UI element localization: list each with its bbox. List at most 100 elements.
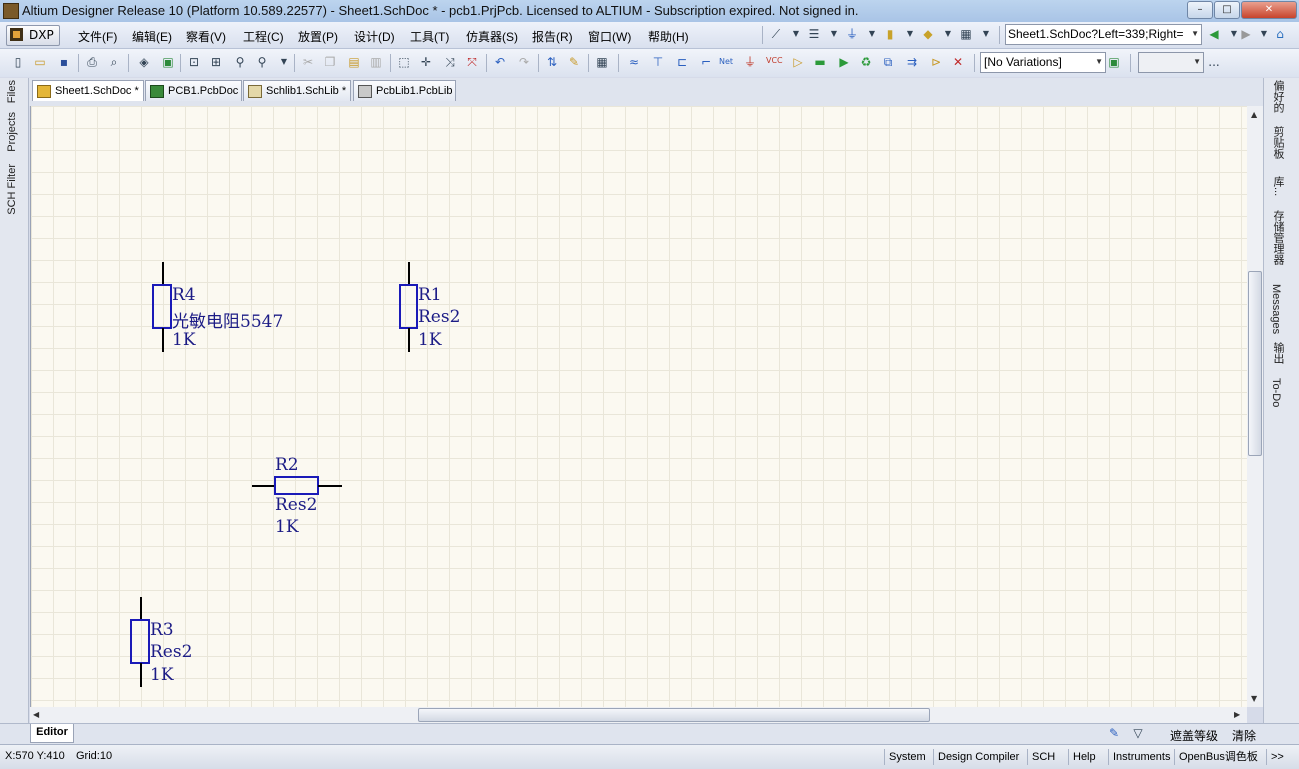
print-icon[interactable]: ⎙ [84,54,100,70]
horizontal-scroll-thumb[interactable] [418,708,930,722]
panel-tab-output[interactable]: 输出 [1270,342,1286,364]
move-icon[interactable]: ✛ [418,54,434,70]
status-instruments-button[interactable]: Instruments [1108,749,1174,765]
part-icon[interactable]: ▮ [882,26,898,42]
rubber-stamp-icon[interactable]: ▥ [368,54,384,70]
variant-manager-icon[interactable]: ▣ [1106,54,1122,70]
vcc-port-icon[interactable]: VCC [766,53,783,69]
doc-tab-pcblib1[interactable]: PcbLib1.PcbLib [353,80,456,101]
align-icon[interactable]: ☰ [806,26,822,42]
menu-design[interactable]: 设计(D) [354,28,395,45]
select-area-icon[interactable]: ⬚ [396,54,412,70]
deselect-icon[interactable]: ⤨ [442,54,458,70]
r4-comment[interactable]: 光敏电阻5547 [172,307,283,332]
bus-icon[interactable]: ≈ [626,54,642,70]
scroll-up-icon[interactable]: ▲ [1251,110,1257,119]
resistor-r4-symbol[interactable] [152,262,172,352]
zoom-selected-icon[interactable]: ⚲ [232,54,248,70]
sheet-symbol-icon[interactable]: ▬ [812,54,828,70]
doc-tab-sheet1[interactable]: Sheet1.SchDoc * [32,80,144,101]
pencil-icon[interactable]: ✎ [1106,725,1122,741]
r2-comment[interactable]: Res2 [275,495,317,515]
dropdown-arrow-icon[interactable]: ▼ [788,26,804,42]
ground-icon[interactable]: ⏚ [844,26,860,42]
panel-tab-clipboard[interactable]: 剪贴板 [1270,126,1286,159]
dropdown-arrow-icon[interactable]: ▼ [826,26,842,42]
layers-icon[interactable]: ◈ [136,54,152,70]
cross-probe-icon[interactable]: ✎ [566,54,582,70]
zoom-area-icon[interactable]: ⊞ [208,54,224,70]
toolbar-overflow[interactable]: ... [1206,54,1222,70]
status-help-button[interactable]: Help [1068,749,1100,765]
home-icon[interactable]: ⌂ [1272,26,1288,42]
copy-icon[interactable]: ❐ [322,54,338,70]
sheet-entry-icon[interactable]: ▶ [836,54,852,70]
menu-window[interactable]: 窗口(W) [588,28,631,45]
zoom-fit-icon[interactable]: ⊡ [186,54,202,70]
scroll-down-icon[interactable]: ▼ [1251,694,1257,703]
library-browse-icon[interactable]: ▦ [594,54,610,70]
menu-help[interactable]: 帮助(H) [648,28,689,45]
menu-project[interactable]: 工程(C) [243,28,284,45]
dxp-menu-button[interactable]: DXP [6,25,60,46]
mask-level-button[interactable]: 遮盖等级 [1170,727,1218,744]
extra-combo[interactable]: ▼ [1138,52,1204,73]
port-icon[interactable]: ◆ [920,26,936,42]
vertical-scroll-thumb[interactable] [1248,271,1262,456]
cut-icon[interactable]: ✂ [300,54,316,70]
doc-tab-pcb1[interactable]: PCB1.PcbDoc [145,80,242,101]
r2-designator[interactable]: R2 [275,455,299,475]
hierarchy-icon[interactable]: ⇅ [544,54,560,70]
status-overflow-button[interactable]: >> [1266,749,1288,765]
panel-tab-favorites[interactable]: 偏好的 [1270,80,1286,113]
panel-tab-libraries[interactable]: 库... [1270,176,1286,196]
minimize-button[interactable]: – [1187,1,1213,19]
menu-place[interactable]: 放置(P) [298,28,338,45]
wire-entry-icon[interactable]: ⌐ [698,54,714,70]
grid-icon[interactable]: ▦ [958,26,974,42]
resistor-r3-symbol[interactable] [130,597,150,687]
variations-combo[interactable]: [No Variations] ▼ [980,52,1106,73]
doc-tab-schlib1[interactable]: Schlib1.SchLib * [243,80,351,101]
menu-reports[interactable]: 报告(R) [532,28,573,45]
wire-tool-icon[interactable]: ⟋ [768,26,784,42]
board-icon[interactable]: ▣ [160,54,176,70]
dropdown-arrow-icon[interactable]: ▼ [978,26,994,42]
r2-value[interactable]: 1K [275,517,299,537]
panel-tab-messages[interactable]: Messages [1270,284,1282,334]
resistor-r1-symbol[interactable] [399,262,418,352]
status-sch-button[interactable]: SCH [1027,749,1059,765]
schematic-canvas[interactable]: R4 光敏电阻5547 1K R1 Res2 1K R2 Res2 1K R3 … [30,106,1248,707]
status-design-compiler-button[interactable]: Design Compiler [933,749,1023,765]
save-icon[interactable]: ▪ [56,54,72,70]
dropdown-arrow-icon[interactable]: ▼ [864,26,880,42]
device-sheet-icon[interactable]: ♻ [858,54,874,70]
place-part-icon[interactable]: ▷ [790,54,806,70]
dropdown-arrow-icon[interactable]: ▼ [276,54,292,70]
maximize-button[interactable]: □ [1214,1,1240,19]
net-label-icon[interactable]: Net [718,54,734,70]
harness-connector-icon[interactable]: ⧉ [880,54,896,70]
r3-designator[interactable]: R3 [150,620,174,640]
back-icon[interactable]: ◀ [1206,26,1222,42]
bus-entry-icon[interactable]: ⊤ [650,54,666,70]
r1-designator[interactable]: R1 [418,285,442,305]
r1-comment[interactable]: Res2 [418,307,460,327]
scroll-left-icon[interactable]: ◀ [33,710,39,719]
no-erc-icon[interactable]: ✕ [950,54,966,70]
status-system-button[interactable]: System [884,749,930,765]
harness-icon[interactable]: ⊏ [674,54,690,70]
dropdown-arrow-icon[interactable]: ▼ [1256,26,1272,42]
resistor-r2-symbol[interactable] [252,476,342,495]
location-combo[interactable]: Sheet1.SchDoc?Left=339;Right= ▼ [1005,24,1202,45]
panel-tab-storage-manager[interactable]: 存储管理器 [1270,210,1286,265]
harness-entry-icon[interactable]: ⇉ [904,54,920,70]
panel-tab-sch-filter[interactable]: SCH Filter [6,164,18,215]
dropdown-arrow-icon[interactable]: ▼ [902,26,918,42]
menu-edit[interactable]: 编辑(E) [132,28,172,45]
r3-comment[interactable]: Res2 [150,642,192,662]
menu-view[interactable]: 察看(V) [186,28,226,45]
paste-icon[interactable]: ▤ [346,54,362,70]
close-button[interactable]: ✕ [1241,1,1297,19]
menu-file[interactable]: 文件(F) [78,28,117,45]
